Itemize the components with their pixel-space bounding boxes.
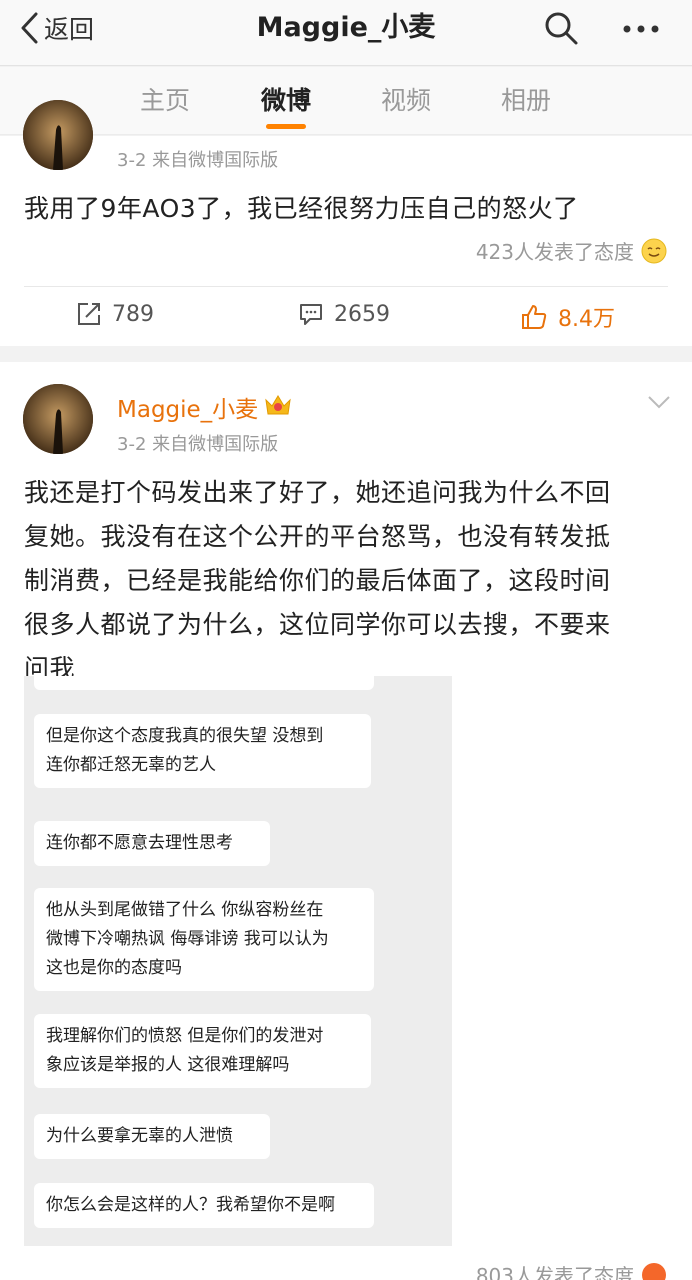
vip-crown-icon bbox=[265, 395, 291, 415]
avatar-image bbox=[23, 100, 93, 170]
chat-line: 为什么要拿无辜的人泄愤 bbox=[46, 1126, 233, 1146]
chat-bubble: 他从头到尾做错了什么 你纵容粉丝在 微博下冷嘲热讽 侮辱诽谤 我可以认为 这也是… bbox=[34, 888, 374, 991]
post-card: 3-2 来自微博国际版 我用了9年AO3了，我已经很努力压自己的怒火了 423人… bbox=[0, 100, 692, 346]
chat-bubble: 连你都不愿意去理性思考 bbox=[34, 821, 270, 866]
chat-line: 他从头到尾做错了什么 你纵容粉丝在 bbox=[46, 900, 324, 920]
tab-album[interactable]: 相册 bbox=[501, 81, 551, 117]
divider bbox=[24, 286, 668, 287]
chat-bubble-cut bbox=[34, 676, 374, 690]
post-card: Maggie_小麦 3-2 来自微博国际版 我还是打个码发出来了好了，她还追问我… bbox=[0, 362, 692, 1280]
top-nav-bar: 返回 Maggie_小麦 bbox=[0, 0, 692, 66]
reaction-count: 423人发表了态度 bbox=[475, 240, 634, 264]
post-text-line: 我还是打个码发出来了好了，她还追问我为什么不回 bbox=[24, 478, 611, 507]
username[interactable]: Maggie_小麦 bbox=[117, 390, 258, 424]
comment-icon bbox=[300, 304, 322, 325]
smile-emoji-icon bbox=[641, 238, 667, 263]
chat-line: 连你都不愿意去理性思考 bbox=[46, 833, 233, 853]
post-text-line: 复她。我没有在这个公开的平台怒骂，也没有转发抵 bbox=[24, 522, 611, 551]
page-title: Maggie_小麦 bbox=[256, 12, 436, 43]
chat-line: 但是你这个态度我真的很失望 没想到 bbox=[46, 726, 324, 746]
repost-icon bbox=[78, 303, 100, 325]
chat-bubble: 你怎么会是这样的人？我希望你不是啊 bbox=[34, 1183, 374, 1228]
chat-line: 我理解你们的愤怒 但是你们的发泄对 bbox=[46, 1026, 324, 1046]
post-meta: 3-2 来自微博国际版 bbox=[117, 150, 279, 171]
angry-emoji-icon bbox=[642, 1262, 666, 1280]
tab-video[interactable]: 视频 bbox=[381, 81, 431, 117]
reaction-summary[interactable]: 423人发表了态度 bbox=[476, 236, 668, 265]
avatar[interactable] bbox=[23, 100, 93, 170]
chat-line: 象应该是举报的人 这很难理解吗 bbox=[46, 1055, 290, 1075]
avatar[interactable] bbox=[23, 384, 93, 454]
tab-weibo[interactable]: 微博 bbox=[261, 81, 311, 117]
reaction-count: 803人发表了态度 bbox=[475, 1264, 634, 1280]
chat-line: 微博下冷嘲热讽 侮辱诽谤 我可以认为 bbox=[46, 929, 329, 949]
repost-count: 789 bbox=[112, 301, 154, 327]
chat-line: 连你都迁怒无辜的艺人 bbox=[46, 755, 216, 775]
comment-count: 2659 bbox=[334, 301, 390, 327]
chat-bubble: 我理解你们的愤怒 但是你们的发泄对 象应该是举报的人 这很难理解吗 bbox=[34, 1014, 371, 1088]
chat-line: 你怎么会是这样的人？我希望你不是啊 bbox=[46, 1195, 335, 1215]
post-text-line: 制消费，已经是我能给你们的最后体面了，这段时间 bbox=[24, 566, 611, 595]
search-icon[interactable] bbox=[543, 10, 579, 46]
post-meta: 3-2 来自微博国际版 bbox=[117, 434, 279, 455]
post-text-line: 很多人都说了为什么，这位同学你可以去搜，不要来 bbox=[24, 610, 611, 639]
comment-button[interactable]: 2659 bbox=[298, 301, 390, 327]
chat-bubble: 但是你这个态度我真的很失望 没想到 连你都迁怒无辜的艺人 bbox=[34, 714, 371, 788]
like-button[interactable]: 8.4万 bbox=[520, 301, 615, 333]
repost-button[interactable]: 789 bbox=[76, 301, 154, 327]
chat-line: 这也是你的态度吗 bbox=[46, 958, 182, 978]
post-text: 我用了9年AO3了，我已经很努力压自己的怒火了 bbox=[24, 194, 579, 223]
more-icon[interactable] bbox=[620, 14, 662, 44]
active-tab-indicator bbox=[266, 124, 306, 129]
like-count: 8.4万 bbox=[558, 307, 615, 332]
chevron-down-icon[interactable] bbox=[646, 392, 672, 412]
chat-screenshot-image[interactable]: 但是你这个态度我真的很失望 没想到 连你都迁怒无辜的艺人 连你都不愿意去理性思考… bbox=[24, 676, 452, 1246]
tab-home[interactable]: 主页 bbox=[140, 81, 190, 117]
avatar-image bbox=[23, 384, 93, 454]
thumbs-up-icon bbox=[522, 305, 547, 329]
reaction-summary[interactable]: 803人发表了态度 bbox=[476, 1260, 668, 1280]
chat-bubble: 为什么要拿无辜的人泄愤 bbox=[34, 1114, 270, 1159]
profile-tabs: 主页 微博 视频 相册 bbox=[0, 67, 692, 135]
